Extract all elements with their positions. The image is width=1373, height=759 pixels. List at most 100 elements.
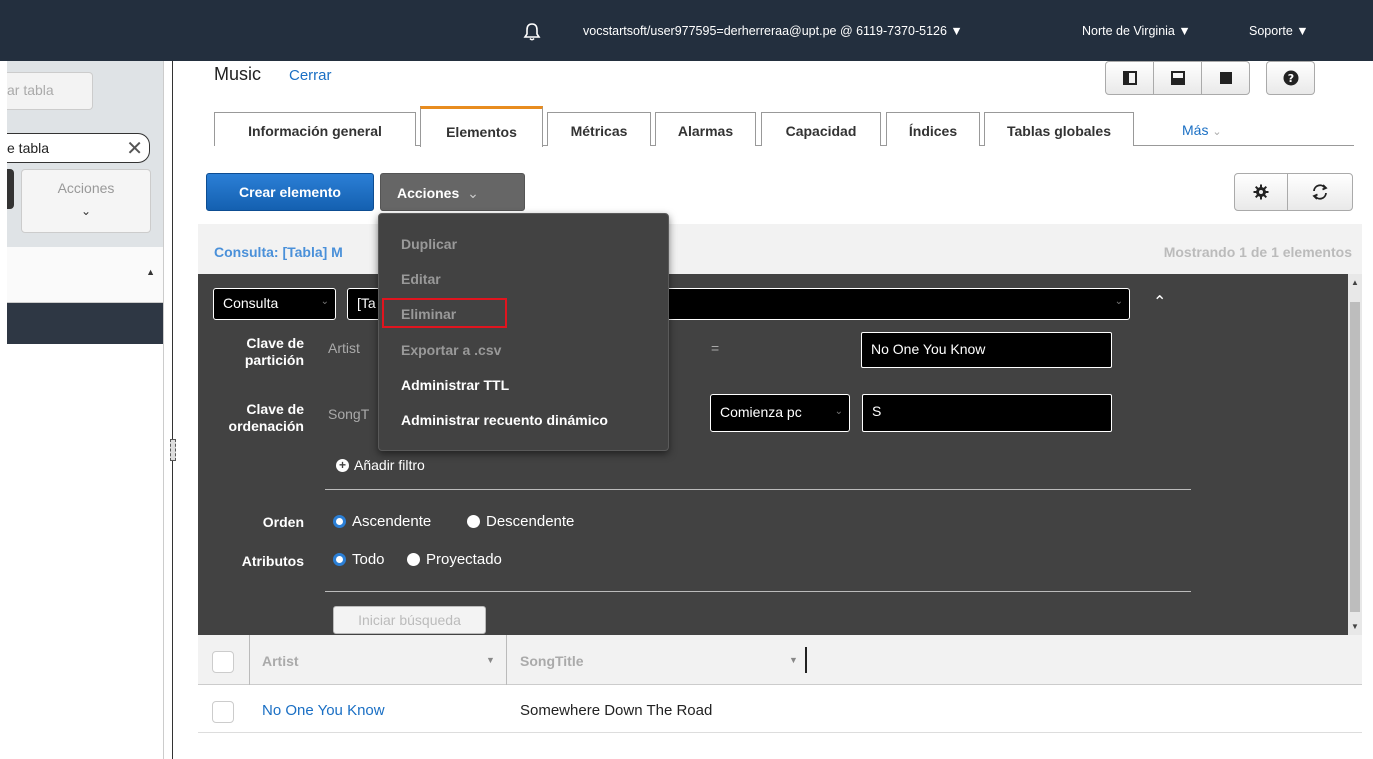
split-horizontal-icon (1170, 71, 1185, 85)
tab-indices[interactable]: Índices (886, 112, 980, 146)
plus-circle-icon: + (336, 458, 349, 472)
refresh-icon (1312, 184, 1328, 200)
tab-informacion-general[interactable]: Información general (214, 112, 416, 146)
partition-key-operator: = (711, 340, 720, 356)
sort-key-operator-select[interactable]: Comienza pc ⌄ (710, 394, 850, 432)
row-checkbox[interactable] (212, 701, 234, 723)
add-filter-button[interactable]: + Añadir filtro (336, 457, 425, 473)
create-table-button[interactable]: ar tabla (7, 72, 93, 110)
chevron-down-icon: ⌄ (80, 204, 92, 218)
order-ascending-label: Ascendente (352, 513, 432, 530)
sort-caret-icon[interactable]: ▼ (486, 655, 495, 665)
order-descending-label: Descendente (486, 513, 575, 530)
split-vertical-button[interactable] (1105, 61, 1154, 95)
account-menu[interactable]: vocstartsoft/user977595=derherreraa@upt.… (583, 24, 963, 38)
menu-item-administrar-ttl[interactable]: Administrar TTL (401, 377, 509, 393)
menu-item-exportar-csv[interactable]: Exportar a .csv (401, 342, 501, 358)
attributes-all-radio[interactable]: Todo (333, 551, 385, 568)
table-index-value: [Ta (357, 295, 376, 311)
order-ascending-radio[interactable]: Ascendente (333, 513, 431, 530)
radio-selected-icon (333, 553, 346, 566)
actions-label: Acciones (397, 185, 460, 201)
create-item-button[interactable]: Crear elemento (206, 173, 374, 211)
sort-key-attribute: SongT (328, 406, 370, 422)
tab-more[interactable]: Más ⌄ (1182, 122, 1222, 138)
attributes-projected-radio[interactable]: Proyectado (407, 551, 502, 568)
svg-text:?: ? (1287, 72, 1293, 85)
radio-unselected-icon (467, 515, 480, 528)
tab-alarmas[interactable]: Alarmas (655, 112, 756, 146)
attributes-all-label: Todo (352, 551, 385, 568)
sort-key-operator-value: Comienza pc (720, 404, 802, 420)
table-search-input[interactable]: e tabla ✕ (7, 133, 150, 163)
chevron-down-icon: ⌄ (1114, 296, 1123, 307)
scroll-down-icon[interactable]: ▼ (1351, 622, 1359, 631)
query-header: Consulta: [Tabla] M Mostrando 1 de 1 ele… (198, 224, 1362, 274)
sidebar-toggle-button[interactable] (7, 169, 14, 209)
add-filter-label: Añadir filtro (354, 457, 425, 473)
order-descending-radio[interactable]: Descendente (467, 513, 574, 530)
split-horizontal-button[interactable] (1153, 61, 1202, 95)
help-button[interactable]: ? (1266, 61, 1315, 95)
sidebar-selected-table[interactable] (7, 303, 163, 344)
table-tabs: Información general Elementos Métricas A… (214, 106, 1354, 147)
close-link[interactable]: Cerrar (289, 67, 332, 84)
full-view-button[interactable] (1201, 61, 1250, 95)
artist-cell-link[interactable]: No One You Know (262, 702, 385, 719)
tab-metricas[interactable]: Métricas (547, 112, 651, 146)
divider (325, 591, 1191, 592)
settings-button[interactable] (1234, 173, 1288, 211)
start-search-button[interactable]: Iniciar búsqueda (333, 606, 486, 634)
sort-key-input[interactable]: S (862, 394, 1112, 432)
actions-dropdown-button[interactable]: Acciones ⌄ (380, 173, 525, 211)
query-title[interactable]: Consulta: [Tabla] M (214, 244, 343, 260)
chevron-down-icon: ⌄ (320, 296, 329, 307)
sidebar-toolbar: ar tabla e tabla ✕ Acciones ⌄ (7, 61, 163, 247)
sidebar-actions-button[interactable]: Acciones ⌄ (21, 169, 151, 233)
main-panel: Music Cerrar ? Información general Eleme… (186, 61, 1373, 759)
chevron-down-icon: ⌄ (1212, 126, 1222, 138)
scroll-up-icon[interactable]: ▲ (1351, 278, 1359, 287)
region-menu[interactable]: Norte de Virginia ▼ (1082, 24, 1191, 38)
page-title: Music (214, 64, 262, 84)
actions-dropdown-menu: Duplicar Editar Eliminar Exportar a .csv… (378, 213, 669, 451)
column-separator (249, 635, 250, 685)
tables-sidebar: ar tabla e tabla ✕ Acciones ⌄ ▲ (7, 61, 163, 759)
order-label: Orden (262, 514, 304, 530)
query-mode-select[interactable]: Consulta ⌄ (213, 288, 336, 320)
query-panel (198, 274, 1348, 635)
menu-item-administrar-recuento[interactable]: Administrar recuento dinámico (401, 412, 608, 428)
support-menu[interactable]: Soporte ▼ (1249, 24, 1309, 38)
sort-caret-icon[interactable]: ▼ (789, 655, 798, 665)
menu-item-editar[interactable]: Editar (401, 271, 441, 287)
left-edge (0, 61, 7, 759)
caret-up-icon[interactable]: ▲ (146, 267, 155, 277)
tab-tablas-globales[interactable]: Tablas globales (984, 112, 1134, 146)
attributes-projected-label: Proyectado (426, 551, 502, 568)
tab-capacidad[interactable]: Capacidad (761, 112, 881, 146)
bell-icon[interactable] (522, 22, 542, 42)
menu-item-duplicar[interactable]: Duplicar (401, 236, 457, 252)
query-scrollbar[interactable]: ▲ ▼ (1348, 274, 1362, 635)
sidebar-table-list-header[interactable]: ▲ (7, 247, 163, 303)
scrollbar-thumb[interactable] (1350, 302, 1360, 612)
tab-elementos[interactable]: Elementos (420, 106, 543, 147)
tab-more-label: Más (1182, 122, 1209, 138)
chevron-down-icon: ⌄ (834, 406, 843, 417)
column-header-songtitle[interactable]: SongTitle (520, 653, 584, 669)
partition-key-input[interactable]: No One You Know (861, 332, 1112, 368)
sidebar-actions-label: Acciones (57, 180, 115, 196)
select-all-checkbox[interactable] (212, 651, 234, 673)
attributes-label: Atributos (241, 553, 304, 569)
refresh-button[interactable] (1287, 173, 1353, 211)
column-header-artist[interactable]: Artist (262, 653, 299, 669)
clear-search-icon[interactable]: ✕ (126, 136, 143, 161)
sidebar-resizer[interactable] (163, 61, 176, 759)
resize-grip-icon[interactable] (170, 439, 176, 461)
split-vertical-icon (1122, 71, 1137, 85)
help-icon: ? (1283, 70, 1298, 86)
eliminar-highlight-box (382, 298, 507, 328)
collapse-query-icon[interactable]: ⌃ (1153, 292, 1166, 312)
column-resize-handle[interactable] (805, 647, 807, 673)
table-row[interactable]: No One You Know Somewhere Down The Road (198, 685, 1362, 733)
